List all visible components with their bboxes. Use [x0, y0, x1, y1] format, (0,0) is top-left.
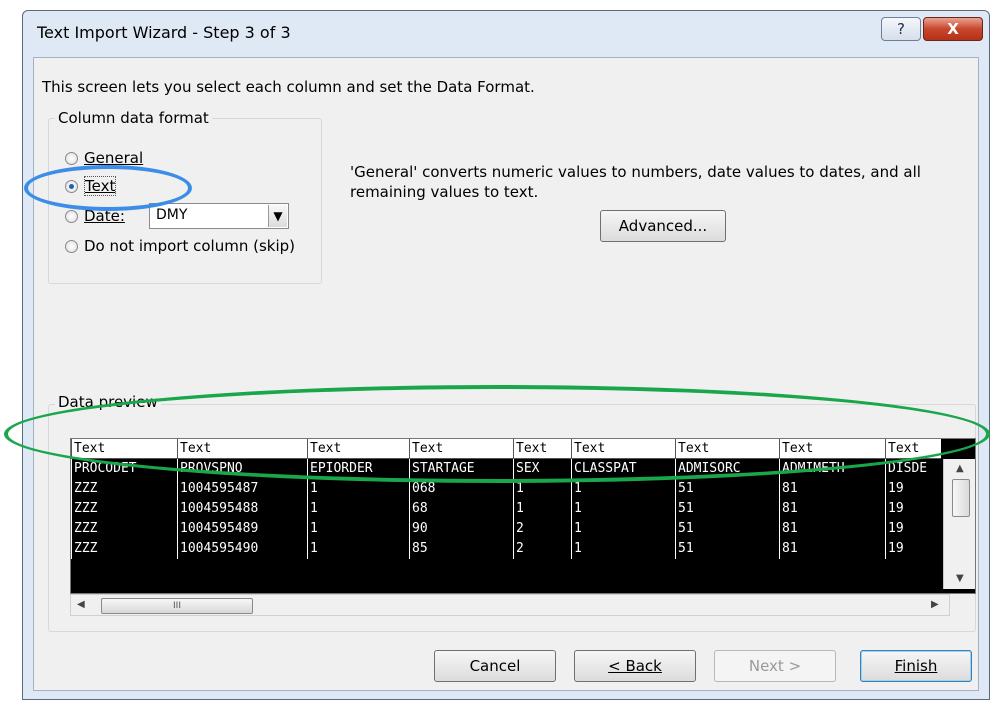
table-cell: 51 — [675, 499, 779, 519]
table-cell: 19 — [885, 539, 941, 559]
annotation-ellipse-column-headers — [4, 385, 990, 483]
next-button-label: Next > — [748, 657, 802, 675]
table-cell: 51 — [675, 479, 779, 499]
radio-skip-label: Do not import column (skip) — [84, 237, 296, 255]
table-cell: 1 — [307, 499, 409, 519]
advanced-button[interactable]: Advanced... — [600, 210, 726, 242]
intro-text: This screen lets you select each column … — [42, 78, 535, 96]
radio-date-indicator[interactable] — [65, 209, 78, 223]
table-row: ZZZ 1004595488 1 68 1 1 51 81 19 — [71, 499, 941, 519]
table-row: ZZZ 1004595490 1 85 2 1 51 81 19 — [71, 539, 941, 559]
cancel-button-label: Cancel — [469, 657, 521, 675]
table-cell: 81 — [779, 539, 885, 559]
date-format-value: DMY — [156, 207, 188, 223]
dialog-body: This screen lets you select each column … — [33, 57, 979, 691]
table-cell: 1 — [571, 539, 675, 559]
table-cell: 1004595488 — [177, 499, 307, 519]
table-cell: 1004595489 — [177, 519, 307, 539]
table-cell: 85 — [409, 539, 513, 559]
help-icon: ? — [897, 20, 905, 38]
table-cell: 81 — [779, 519, 885, 539]
table-row: ZZZ 1004595489 1 90 2 1 51 81 19 — [71, 519, 941, 539]
table-cell: 68 — [409, 499, 513, 519]
radio-skip-indicator[interactable] — [65, 239, 78, 253]
table-cell: ZZZ — [71, 519, 177, 539]
date-format-select[interactable]: DMY ▼ — [149, 203, 289, 229]
title-bar: Text Import Wizard - Step 3 of 3 ? X — [23, 11, 989, 57]
cancel-button[interactable]: Cancel — [434, 650, 556, 682]
table-cell: 1 — [571, 499, 675, 519]
next-button[interactable]: Next > — [714, 650, 836, 682]
advanced-button-label: Advanced... — [618, 217, 708, 235]
scroll-right-icon[interactable]: ▶ — [931, 599, 939, 610]
scroll-left-icon[interactable]: ◀ — [77, 599, 85, 610]
close-button[interactable]: X — [923, 17, 983, 41]
table-cell: 1004595487 — [177, 479, 307, 499]
table-cell: 1 — [513, 499, 571, 519]
chevron-down-icon[interactable]: ▼ — [268, 205, 287, 227]
back-button[interactable]: < Back — [574, 650, 696, 682]
table-cell: ZZZ — [71, 479, 177, 499]
table-cell: 1 — [307, 519, 409, 539]
table-cell: 1 — [307, 479, 409, 499]
table-cell: 19 — [885, 499, 941, 519]
table-cell: 51 — [675, 539, 779, 559]
scroll-down-icon[interactable]: ▼ — [956, 573, 964, 584]
table-cell: 81 — [779, 479, 885, 499]
scroll-grip-icon: III — [173, 601, 181, 611]
table-cell: 1 — [571, 519, 675, 539]
vertical-scroll-thumb[interactable] — [952, 479, 970, 517]
scroll-up-icon[interactable]: ▲ — [956, 463, 964, 474]
dialog-title: Text Import Wizard - Step 3 of 3 — [37, 23, 291, 42]
radio-general-indicator[interactable] — [65, 151, 78, 165]
table-cell: 1 — [307, 539, 409, 559]
vertical-scrollbar[interactable]: ▲ ▼ — [943, 459, 975, 589]
column-data-format-legend: Column data format — [55, 109, 212, 127]
table-cell: 19 — [885, 519, 941, 539]
table-cell: ZZZ — [71, 539, 177, 559]
annotation-circle-text-option — [24, 165, 192, 211]
screen: Text Import Wizard - Step 3 of 3 ? X Thi… — [0, 0, 996, 704]
table-cell: 90 — [409, 519, 513, 539]
table-cell: ZZZ — [71, 499, 177, 519]
radio-skip[interactable]: Do not import column (skip) — [65, 235, 295, 257]
table-cell: 19 — [885, 479, 941, 499]
table-cell: 51 — [675, 519, 779, 539]
table-cell: 2 — [513, 539, 571, 559]
format-description: 'General' converts numeric values to num… — [350, 163, 921, 201]
horizontal-scroll-thumb[interactable]: III — [101, 598, 253, 614]
text-import-wizard-dialog: Text Import Wizard - Step 3 of 3 ? X Thi… — [22, 10, 990, 700]
finish-button-label: Finish — [894, 657, 938, 675]
horizontal-scrollbar[interactable]: ◀ III ▶ — [70, 594, 950, 616]
table-cell: 2 — [513, 519, 571, 539]
finish-button[interactable]: Finish — [860, 650, 972, 682]
back-button-label: < Back — [608, 657, 662, 675]
help-button[interactable]: ? — [881, 17, 921, 41]
table-cell: 81 — [779, 499, 885, 519]
close-icon: X — [947, 20, 959, 38]
table-cell: 1004595490 — [177, 539, 307, 559]
